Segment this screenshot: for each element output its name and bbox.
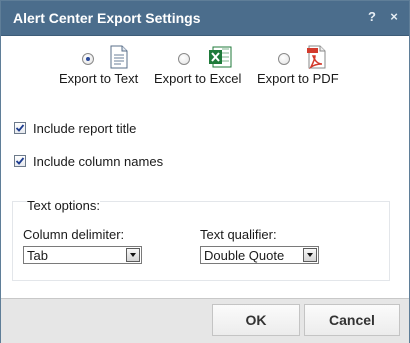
chevron-down-icon[interactable] — [126, 248, 140, 262]
format-radio-excel[interactable] — [178, 53, 190, 65]
chevron-down-icon[interactable] — [303, 248, 317, 262]
format-radio-text[interactable] — [82, 53, 94, 65]
format-option-text[interactable]: Export to Text — [59, 45, 149, 93]
ok-button[interactable]: OK — [212, 304, 300, 336]
help-button[interactable]: ? — [364, 9, 380, 24]
format-label-excel: Export to Excel — [154, 71, 242, 86]
include-title-checkbox[interactable] — [14, 122, 26, 134]
text-document-icon — [110, 45, 128, 69]
include-columns-checkbox[interactable] — [14, 155, 26, 167]
format-label-pdf: Export to PDF — [257, 71, 339, 86]
dialog-titlebar[interactable]: Alert Center Export Settings ? × — [1, 1, 409, 36]
include-columns-label[interactable]: Include column names — [33, 154, 163, 169]
checkmark-icon — [15, 157, 25, 165]
pdf-icon — [307, 45, 326, 69]
checkmark-icon — [15, 124, 25, 132]
include-title-label[interactable]: Include report title — [33, 121, 136, 136]
text-qualifier-select[interactable]: Double Quote — [200, 246, 319, 264]
excel-icon — [209, 46, 232, 68]
column-delimiter-value: Tab — [27, 248, 48, 263]
text-qualifier-label: Text qualifier: — [200, 227, 277, 242]
column-delimiter-select[interactable]: Tab — [23, 246, 142, 264]
close-button[interactable]: × — [386, 9, 402, 24]
text-options-title: Text options: — [27, 198, 100, 213]
dialog-title: Alert Center Export Settings — [13, 10, 201, 26]
text-qualifier-value: Double Quote — [204, 248, 285, 263]
cancel-button[interactable]: Cancel — [304, 304, 400, 336]
format-label-text: Export to Text — [59, 71, 139, 86]
column-delimiter-label: Column delimiter: — [23, 227, 125, 242]
format-radio-pdf[interactable] — [278, 53, 290, 65]
format-option-excel[interactable]: Export to Excel — [154, 45, 250, 93]
format-option-pdf[interactable]: Export to PDF — [257, 45, 343, 93]
export-settings-dialog: Alert Center Export Settings ? × Export … — [0, 0, 410, 343]
